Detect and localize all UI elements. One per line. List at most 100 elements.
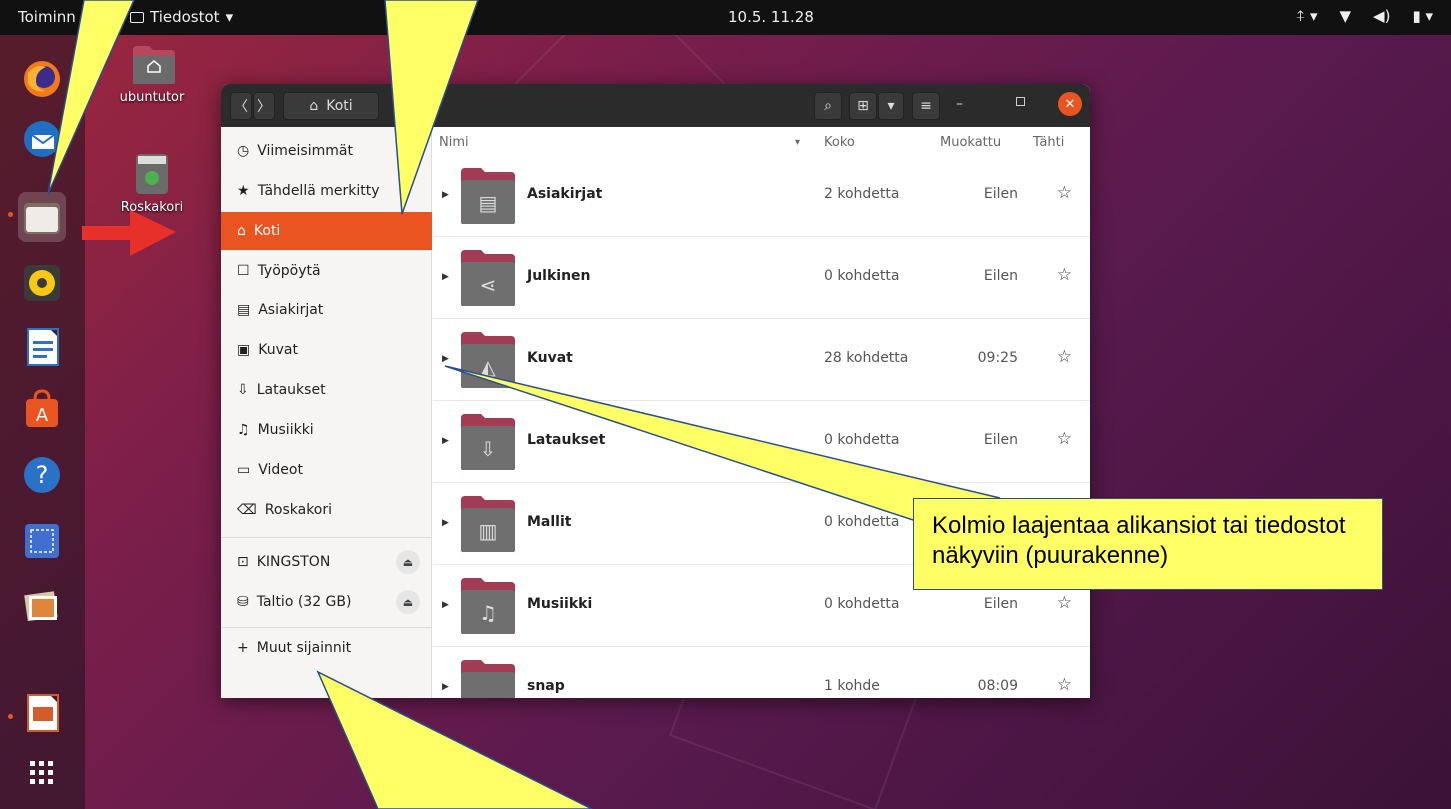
screenshot-launcher[interactable] — [20, 519, 64, 563]
shotwell-launcher[interactable] — [20, 585, 64, 629]
view-options-button[interactable]: ▾ — [878, 92, 904, 120]
search-button[interactable]: ⌕ — [814, 92, 842, 120]
help-launcher[interactable]: ? — [20, 453, 64, 497]
trash-icon: ⌫ — [237, 502, 257, 518]
back-button[interactable]: 〈 — [230, 92, 252, 120]
sidebar-item-pictures[interactable]: ▣ Kuvat — [221, 331, 432, 369]
path-bar-home[interactable]: ⌂ Koti — [283, 92, 379, 120]
rhythmbox-launcher[interactable] — [20, 261, 64, 305]
folder-icon: ◭ — [461, 332, 515, 388]
close-icon: ✕ — [1064, 96, 1076, 112]
sidebar-item-documents[interactable]: ▤ Asiakirjat — [221, 291, 432, 329]
battery-icon[interactable]: ▮ ▾ — [1412, 7, 1433, 25]
document-icon: ▤ — [479, 191, 498, 215]
dock: A ? — [0, 35, 85, 809]
expand-triangle-icon[interactable]: ▶ — [442, 682, 449, 692]
image-icon: ◭ — [480, 355, 496, 379]
star-toggle-icon[interactable]: ☆ — [1057, 265, 1072, 285]
expand-triangle-icon[interactable]: ▶ — [442, 600, 449, 610]
forward-button[interactable]: 〉 — [253, 92, 275, 120]
sidebar-item-home[interactable]: ⌂ Koti — [221, 212, 432, 250]
path-bar-label: Koti — [326, 98, 353, 114]
svg-text:A: A — [36, 405, 49, 426]
sidebar-item-desktop[interactable]: ☐ Työpöytä — [221, 252, 432, 290]
sort-indicator-icon: ▾ — [795, 137, 801, 148]
expand-triangle-icon[interactable]: ▶ — [442, 436, 449, 446]
sidebar-item-trash[interactable]: ⌫ Roskakori — [221, 491, 432, 529]
expand-triangle-icon[interactable]: ▶ — [442, 190, 449, 200]
eject-button[interactable]: ⏏ — [396, 550, 420, 574]
sidebar-item-label: Koti — [253, 223, 281, 239]
file-row[interactable]: ▶ snap 1 kohde 08:09 ☆ — [433, 647, 1090, 698]
network-icon[interactable]: ▼ — [1340, 7, 1352, 25]
column-star[interactable]: Tähti — [1033, 135, 1064, 150]
file-row[interactable]: ▶ ▤ Asiakirjat 2 kohdetta Eilen ☆ — [433, 155, 1090, 237]
file-row[interactable]: ▶ ◭ Kuvat 28 kohdetta 09:25 ☆ — [433, 319, 1090, 401]
top-bar: Toiminn Tiedostot ▾ 10.5. 11.28 ⍏ ▾ ▼ ◀)… — [0, 0, 1451, 35]
file-size: 0 kohdetta — [824, 268, 900, 284]
template-icon: ▥ — [479, 519, 498, 543]
sidebar-item-starred[interactable]: ★ Tähdellä merkitty — [221, 172, 432, 210]
writer-launcher[interactable] — [20, 325, 64, 369]
files-window: 〈 〉 ⌂ Koti ⌕ ⊞ ▾ ≡ – ✕ ◷ Viimeisimmät ★ Tä… — [221, 84, 1090, 698]
sidebar-item-videos[interactable]: ▭ Videot — [221, 451, 432, 489]
accessibility-icon[interactable]: ⍏ ▾ — [1296, 7, 1317, 25]
folder-icon: ▥ — [461, 496, 515, 552]
desktop-trash[interactable]: Roskakori — [112, 150, 192, 215]
clock[interactable]: 10.5. 11.28 — [728, 8, 814, 26]
expand-triangle-icon[interactable]: ▶ — [442, 354, 449, 364]
file-size: 0 kohdetta — [824, 432, 900, 448]
file-modified: Eilen — [983, 268, 1018, 284]
expand-triangle-icon[interactable]: ▶ — [442, 272, 449, 282]
desktop-icon-label: ubuntutor — [119, 90, 185, 105]
star-toggle-icon[interactable]: ☆ — [1057, 429, 1072, 449]
star-toggle-icon[interactable]: ☆ — [1057, 347, 1072, 367]
sidebar-item-label: Musiikki — [257, 422, 314, 438]
sidebar-item-volume[interactable]: ⛁ Taltio (32 GB) ⏏ — [221, 583, 432, 621]
home-icon: ⌂ — [309, 98, 319, 114]
file-modified: 09:25 — [977, 350, 1018, 366]
system-tray[interactable]: ⍏ ▾ ▼ ◀) ▮ ▾ — [1296, 7, 1433, 25]
show-applications-button[interactable] — [20, 751, 64, 795]
header-bar: 〈 〉 ⌂ Koti ⌕ ⊞ ▾ ≡ – ✕ — [221, 84, 1090, 127]
file-row[interactable]: ▶ ⇩ Lataukset 0 kohdetta Eilen ☆ — [433, 401, 1090, 483]
folder-icon: ♫ — [461, 578, 515, 634]
expand-triangle-icon[interactable]: ▶ — [442, 518, 449, 528]
close-button[interactable]: ✕ — [1058, 92, 1082, 116]
column-modified[interactable]: Muokattu — [940, 135, 1001, 150]
minimize-button[interactable]: – — [956, 96, 963, 112]
sidebar-divider — [221, 537, 432, 538]
hamburger-menu-icon: ≡ — [920, 98, 932, 114]
sidebar-item-label: Videot — [258, 462, 303, 478]
thunderbird-launcher[interactable] — [20, 117, 64, 161]
trash-icon — [136, 154, 168, 194]
app-menu[interactable]: Tiedostot ▾ — [130, 8, 233, 26]
sidebar-item-music[interactable]: ♫ Musiikki — [221, 411, 432, 449]
firefox-launcher[interactable] — [20, 57, 64, 101]
software-store-icon: A — [26, 389, 58, 427]
eject-button[interactable]: ⏏ — [396, 590, 420, 614]
star-toggle-icon[interactable]: ☆ — [1057, 593, 1072, 613]
view-grid-button[interactable]: ⊞ — [849, 92, 877, 120]
star-toggle-icon[interactable]: ☆ — [1057, 183, 1072, 203]
file-modified: 08:09 — [977, 678, 1018, 694]
star-toggle-icon[interactable]: ☆ — [1057, 675, 1072, 695]
star-icon: ★ — [237, 183, 250, 199]
column-size[interactable]: Koko — [824, 135, 855, 150]
activities-button[interactable]: Toiminn — [18, 8, 76, 26]
volume-icon[interactable]: ◀) — [1373, 7, 1390, 25]
sidebar-item-other-locations[interactable]: + Muut sijainnit — [221, 629, 432, 667]
files-launcher[interactable] — [18, 192, 66, 242]
folder-icon — [461, 660, 515, 698]
menu-button[interactable]: ≡ — [912, 92, 940, 120]
impress-launcher[interactable] — [20, 691, 64, 735]
software-launcher[interactable]: A — [20, 387, 64, 431]
desktop-home-folder[interactable]: ubuntutor — [112, 44, 192, 105]
grid-view-icon: ⊞ — [857, 98, 869, 114]
sidebar-item-recent[interactable]: ◷ Viimeisimmät — [221, 132, 432, 170]
maximize-button[interactable] — [1016, 97, 1025, 106]
file-row[interactable]: ▶ ⋖ Julkinen 0 kohdetta Eilen ☆ — [433, 237, 1090, 319]
sidebar-item-kingston[interactable]: ⊡ KINGSTON ⏏ — [221, 543, 432, 581]
column-name[interactable]: Nimi — [439, 135, 469, 150]
sidebar-item-downloads[interactable]: ⇩ Lataukset — [221, 371, 432, 409]
